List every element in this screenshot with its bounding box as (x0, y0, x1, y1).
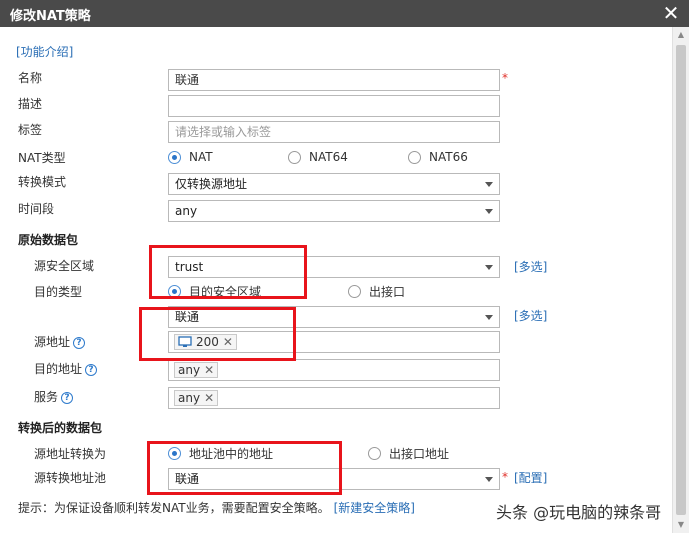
select-value: 仅转换源地址 (175, 177, 248, 191)
radio-label: NAT64 (309, 150, 348, 164)
chevron-down-icon (485, 209, 493, 214)
section-original-heading: 原始数据包 (18, 233, 79, 247)
radio-label: 出接口地址 (389, 446, 450, 461)
hint-row: 提示：为保证设备顺利转发NAT业务，需要配置安全策略。 [新建安全策略] (18, 499, 415, 516)
tag-input[interactable]: 请选择或输入标签 (168, 121, 500, 143)
src-addr-label: 源地址 (34, 335, 71, 349)
radio-nat66[interactable]: NAT66 (408, 149, 468, 165)
dst-type-label: 目的类型 (34, 285, 83, 299)
required-mark: * (502, 470, 508, 484)
dst-zone-multi-link[interactable]: [多选] (514, 307, 547, 324)
chevron-down-icon (485, 477, 493, 482)
nat-type-label: NAT类型 (18, 151, 66, 165)
src-convert-label: 源地址转换为 (34, 447, 107, 461)
src-addr-label-row: 源地址? (34, 333, 86, 350)
src-zone-multi-link[interactable]: [多选] (514, 258, 547, 275)
help-icon[interactable]: ? (85, 364, 98, 376)
hint-text: 提示：为保证设备顺利转发NAT业务，需要配置安全策略。 (18, 501, 330, 515)
radio-dot (288, 150, 301, 164)
name-label: 名称 (18, 71, 43, 85)
convert-mode-label: 转换模式 (18, 175, 67, 189)
help-icon[interactable]: ? (73, 337, 86, 349)
select-value: any (175, 204, 198, 218)
help-icon[interactable]: ? (61, 392, 74, 404)
scrollbar[interactable]: ▲ ▼ (672, 27, 689, 533)
scroll-thumb[interactable] (676, 45, 686, 515)
pool-label: 源转换地址池 (34, 471, 107, 485)
radio-label: NAT (189, 150, 213, 164)
radio-dot (408, 150, 421, 164)
chevron-down-icon (485, 315, 493, 320)
pool-config-link[interactable]: [配置] (514, 469, 547, 486)
time-range-label: 时间段 (18, 202, 55, 216)
chevron-down-icon (485, 265, 493, 270)
remove-icon[interactable]: ✕ (204, 391, 214, 405)
dialog-body: [功能介绍] 名称 联通 * 描述 标签 请选择或输入标签 NAT类型 NAT … (0, 27, 672, 533)
name-input[interactable]: 联通 (168, 69, 500, 91)
required-mark: * (502, 71, 508, 85)
radio-label: NAT66 (429, 150, 468, 164)
dst-addr-label: 目的地址 (34, 362, 83, 376)
radio-dot (348, 284, 361, 298)
radio-out-interface[interactable]: 出接口 (348, 283, 405, 299)
highlight-box (139, 307, 296, 361)
scroll-down-icon[interactable]: ▼ (673, 517, 689, 533)
remove-icon[interactable]: ✕ (204, 363, 214, 377)
chip-label: any (178, 363, 201, 377)
highlight-box (147, 441, 342, 495)
time-range-select[interactable]: any (168, 200, 500, 222)
radio-dot (168, 150, 181, 164)
desc-label: 描述 (18, 97, 43, 111)
tag-label: 标签 (18, 123, 43, 137)
scroll-up-icon[interactable]: ▲ (673, 27, 689, 43)
radio-out-interface-address[interactable]: 出接口地址 (368, 445, 449, 461)
radio-nat64[interactable]: NAT64 (288, 149, 348, 165)
radio-dot (368, 446, 381, 460)
section-translated-heading: 转换后的数据包 (18, 421, 103, 435)
service-label-row: 服务? (34, 388, 74, 405)
close-icon[interactable]: ✕ (661, 2, 681, 24)
intro-link[interactable]: [功能介绍] (16, 43, 73, 60)
watermark: 头条 @玩电脑的辣条哥 (496, 503, 662, 522)
dialog-title: 修改NAT策略 (10, 9, 91, 24)
service-chip: any ✕ (174, 390, 219, 406)
dst-addr-label-row: 目的地址? (34, 360, 98, 377)
chip-label: any (178, 391, 201, 405)
service-label: 服务 (34, 390, 59, 404)
dialog-titlebar: 修改NAT策略 ✕ (0, 0, 689, 27)
radio-nat[interactable]: NAT (168, 149, 213, 165)
dst-addr-chip: any ✕ (174, 362, 219, 378)
new-policy-link[interactable]: [新建安全策略] (334, 501, 415, 515)
highlight-box (149, 245, 307, 299)
desc-input[interactable] (168, 95, 500, 117)
convert-mode-select[interactable]: 仅转换源地址 (168, 173, 500, 195)
src-zone-label: 源安全区域 (34, 259, 95, 273)
chevron-down-icon (485, 182, 493, 187)
radio-label: 出接口 (369, 284, 406, 299)
